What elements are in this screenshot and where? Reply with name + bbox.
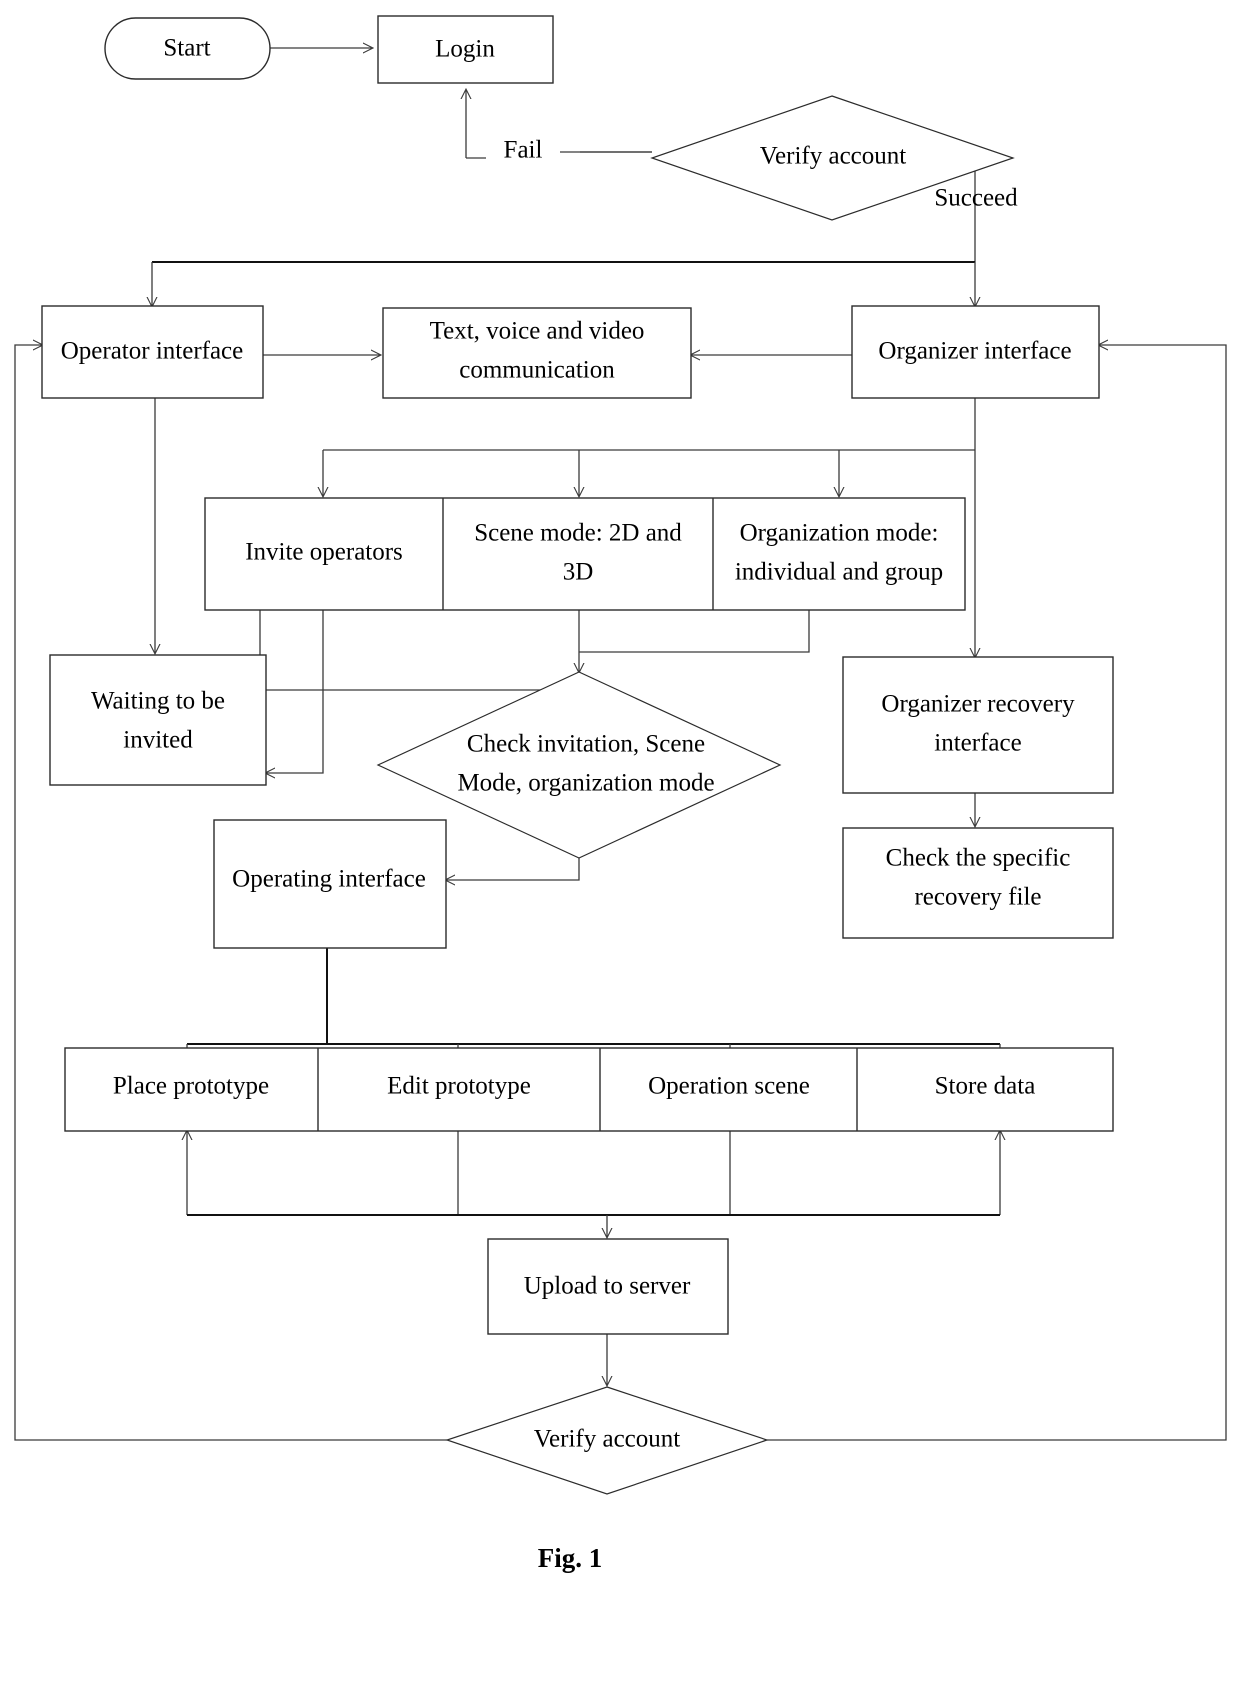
node-operator-interface-label: Operator interface	[61, 338, 244, 365]
node-store-data[interactable]: Store data	[935, 1073, 1036, 1100]
node-start-label: Start	[163, 35, 210, 62]
node-login[interactable]: Login	[377, 15, 554, 84]
node-waiting-label-line1: Waiting to be	[91, 688, 225, 715]
edge-label-succeed: Succeed	[934, 185, 1018, 212]
node-login-label: Login	[435, 36, 495, 63]
node-start[interactable]: Start	[104, 17, 271, 80]
node-invite-operators-label: Invite operators	[245, 539, 403, 566]
node-upload-to-server-label: Upload to server	[524, 1273, 691, 1300]
node-organizer-recovery[interactable]: Organizer recovery interface	[842, 656, 1114, 794]
node-waiting-to-be-invited[interactable]: Waiting to be invited	[49, 654, 267, 786]
node-check-recovery-file-label-line2: recovery file	[914, 884, 1041, 911]
node-layer: Start Login Verify account Fail Succeed …	[41, 15, 1114, 1573]
node-place-prototype[interactable]: Place prototype	[113, 1073, 269, 1100]
node-scene-mode-label-line1: Scene mode: 2D and	[474, 520, 682, 547]
edge-orgmode-to-check	[579, 610, 810, 653]
node-communication-label-line1: Text, voice and video	[430, 318, 645, 345]
edge-label-fail: Fail	[504, 137, 543, 164]
node-organizer-recovery-label-line1: Organizer recovery	[881, 691, 1075, 718]
figure-caption: Fig. 1	[538, 1543, 603, 1573]
node-place-prototype-label: Place prototype	[113, 1073, 269, 1100]
node-verify-account-top-label: Verify account	[760, 143, 907, 170]
node-organizer-recovery-label-line2: interface	[934, 730, 1021, 757]
node-organization-mode-label-line1: Organization mode:	[740, 520, 939, 547]
flowchart-figure: Start Login Verify account Fail Succeed …	[0, 0, 1240, 1694]
node-organizer-interface[interactable]: Organizer interface	[851, 305, 1100, 399]
node-scene-mode-label-line2: 3D	[563, 559, 594, 586]
node-store-data-label: Store data	[935, 1073, 1036, 1100]
node-check-invitation-label-line1: Check invitation, Scene	[467, 731, 705, 758]
edge-check-to-operating	[446, 858, 580, 880]
node-operating-interface-label: Operating interface	[232, 866, 426, 893]
node-organizer-interface-label: Organizer interface	[878, 338, 1071, 365]
node-verify-account-bottom-label: Verify account	[534, 1426, 681, 1453]
node-waiting-label-line2: invited	[123, 727, 193, 754]
node-check-invitation-label-line2: Mode, organization mode	[457, 770, 714, 797]
node-communication-label-line2: communication	[459, 357, 615, 384]
node-operation-scene[interactable]: Operation scene	[648, 1073, 810, 1100]
node-edit-prototype-label: Edit prototype	[387, 1073, 531, 1100]
node-check-recovery-file[interactable]: Check the specific recovery file	[842, 827, 1114, 939]
node-operating-interface[interactable]: Operating interface	[213, 819, 447, 949]
node-communication[interactable]: Text, voice and video communication	[382, 307, 692, 399]
node-check-recovery-file-label-line1: Check the specific	[886, 845, 1071, 872]
node-upload-to-server[interactable]: Upload to server	[487, 1238, 729, 1335]
edge-invite-branch-to-check	[259, 610, 579, 691]
node-operation-scene-label: Operation scene	[648, 1073, 810, 1100]
edge-invite-to-waiting	[266, 610, 324, 773]
node-edit-prototype[interactable]: Edit prototype	[387, 1073, 531, 1100]
node-organization-mode-label-line2: individual and group	[735, 559, 943, 586]
node-verify-account-bottom[interactable]: Verify account	[445, 1386, 769, 1495]
node-invite-operators[interactable]: Invite operators	[245, 539, 403, 566]
node-operator-interface[interactable]: Operator interface	[41, 305, 264, 399]
flowchart-canvas: Start Login Verify account Fail Succeed …	[14, 15, 1227, 1573]
